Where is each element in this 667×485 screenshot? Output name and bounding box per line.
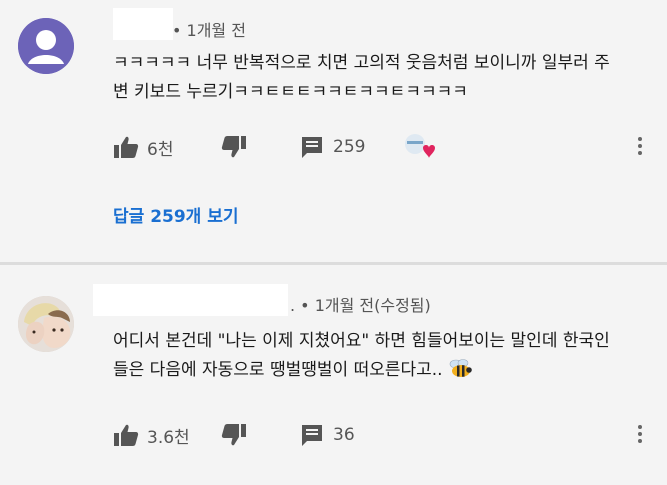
comment-line: ㅋㅋㅋㅋㅋ 너무 반복적으로 치면 고의적 웃음처럼 보이니까 일부러 주 [113, 53, 610, 73]
comment-line: 변 키보드 누르기ㅋㅋㅌㅌㅌㅋㅋㅌㅋㅋㅌㅋㅋㅋㅋ [113, 82, 468, 102]
avatar[interactable] [18, 296, 74, 352]
avatar[interactable] [18, 18, 74, 74]
like-icon [114, 136, 139, 158]
reply-button[interactable]: 36 [299, 420, 355, 450]
more-options-button[interactable] [634, 134, 646, 160]
more-options-button[interactable] [634, 422, 646, 448]
comment-timestamp: • 1개월 전 [172, 21, 246, 40]
reply-icon [302, 425, 322, 446]
reply-icon [302, 137, 322, 158]
creator-heart-icon [405, 134, 435, 158]
more-icon [638, 137, 642, 141]
reply-count: 36 [333, 425, 355, 445]
like-count: 6천 [147, 139, 174, 160]
dislike-button[interactable] [221, 420, 247, 450]
author-name-redacted [93, 284, 288, 316]
creator-heart[interactable] [403, 132, 439, 162]
author-name-redacted [113, 8, 173, 40]
profile-photo [18, 296, 74, 352]
comment-text: ㅋㅋㅋㅋㅋ 너무 반복적으로 치면 고의적 웃음처럼 보이니까 일부러 주 변 … [113, 49, 610, 107]
comment-line: 들은 다음에 자동으로 땡벌땡벌이 떠오른다고.. [113, 356, 610, 385]
dislike-icon [221, 136, 246, 158]
reply-button[interactable]: 259 [299, 132, 365, 162]
default-avatar-icon [18, 18, 74, 74]
comment-timestamp: . • 1개월 전(수정됨) [290, 296, 431, 315]
bee-emoji [449, 359, 472, 377]
dislike-button[interactable] [221, 132, 247, 162]
comment-line-text: 들은 다음에 자동으로 땡벌땡벌이 떠오른다고.. [113, 360, 443, 380]
comment-actions: 6천 259 [113, 132, 653, 162]
view-replies-link[interactable]: 답글 259개 보기 [113, 202, 239, 227]
more-icon [638, 425, 642, 429]
like-count: 3.6천 [147, 427, 190, 448]
like-button[interactable]: 6천 [113, 132, 173, 162]
comment-line: 어디서 본건데 "나는 이제 지쳤어요" 하면 힘들어보이는 말인데 한국인 [113, 331, 610, 351]
comment-1: • 1개월 전 ㅋㅋㅋㅋㅋ 너무 반복적으로 치면 고의적 웃음처럼 보이니까 … [0, 0, 667, 262]
like-button[interactable]: 3.6천 [113, 420, 190, 450]
dislike-icon [221, 424, 246, 446]
comment-text: 어디서 본건데 "나는 이제 지쳤어요" 하면 힘들어보이는 말인데 한국인 들… [113, 327, 610, 385]
reply-count: 259 [333, 137, 366, 157]
like-icon [114, 424, 139, 446]
comment-2: . • 1개월 전(수정됨) 어디서 본건데 "나는 이제 지쳤어요" 하면 힘… [0, 266, 667, 485]
comment-divider [0, 262, 667, 265]
comment-actions: 3.6천 36 [113, 420, 653, 450]
